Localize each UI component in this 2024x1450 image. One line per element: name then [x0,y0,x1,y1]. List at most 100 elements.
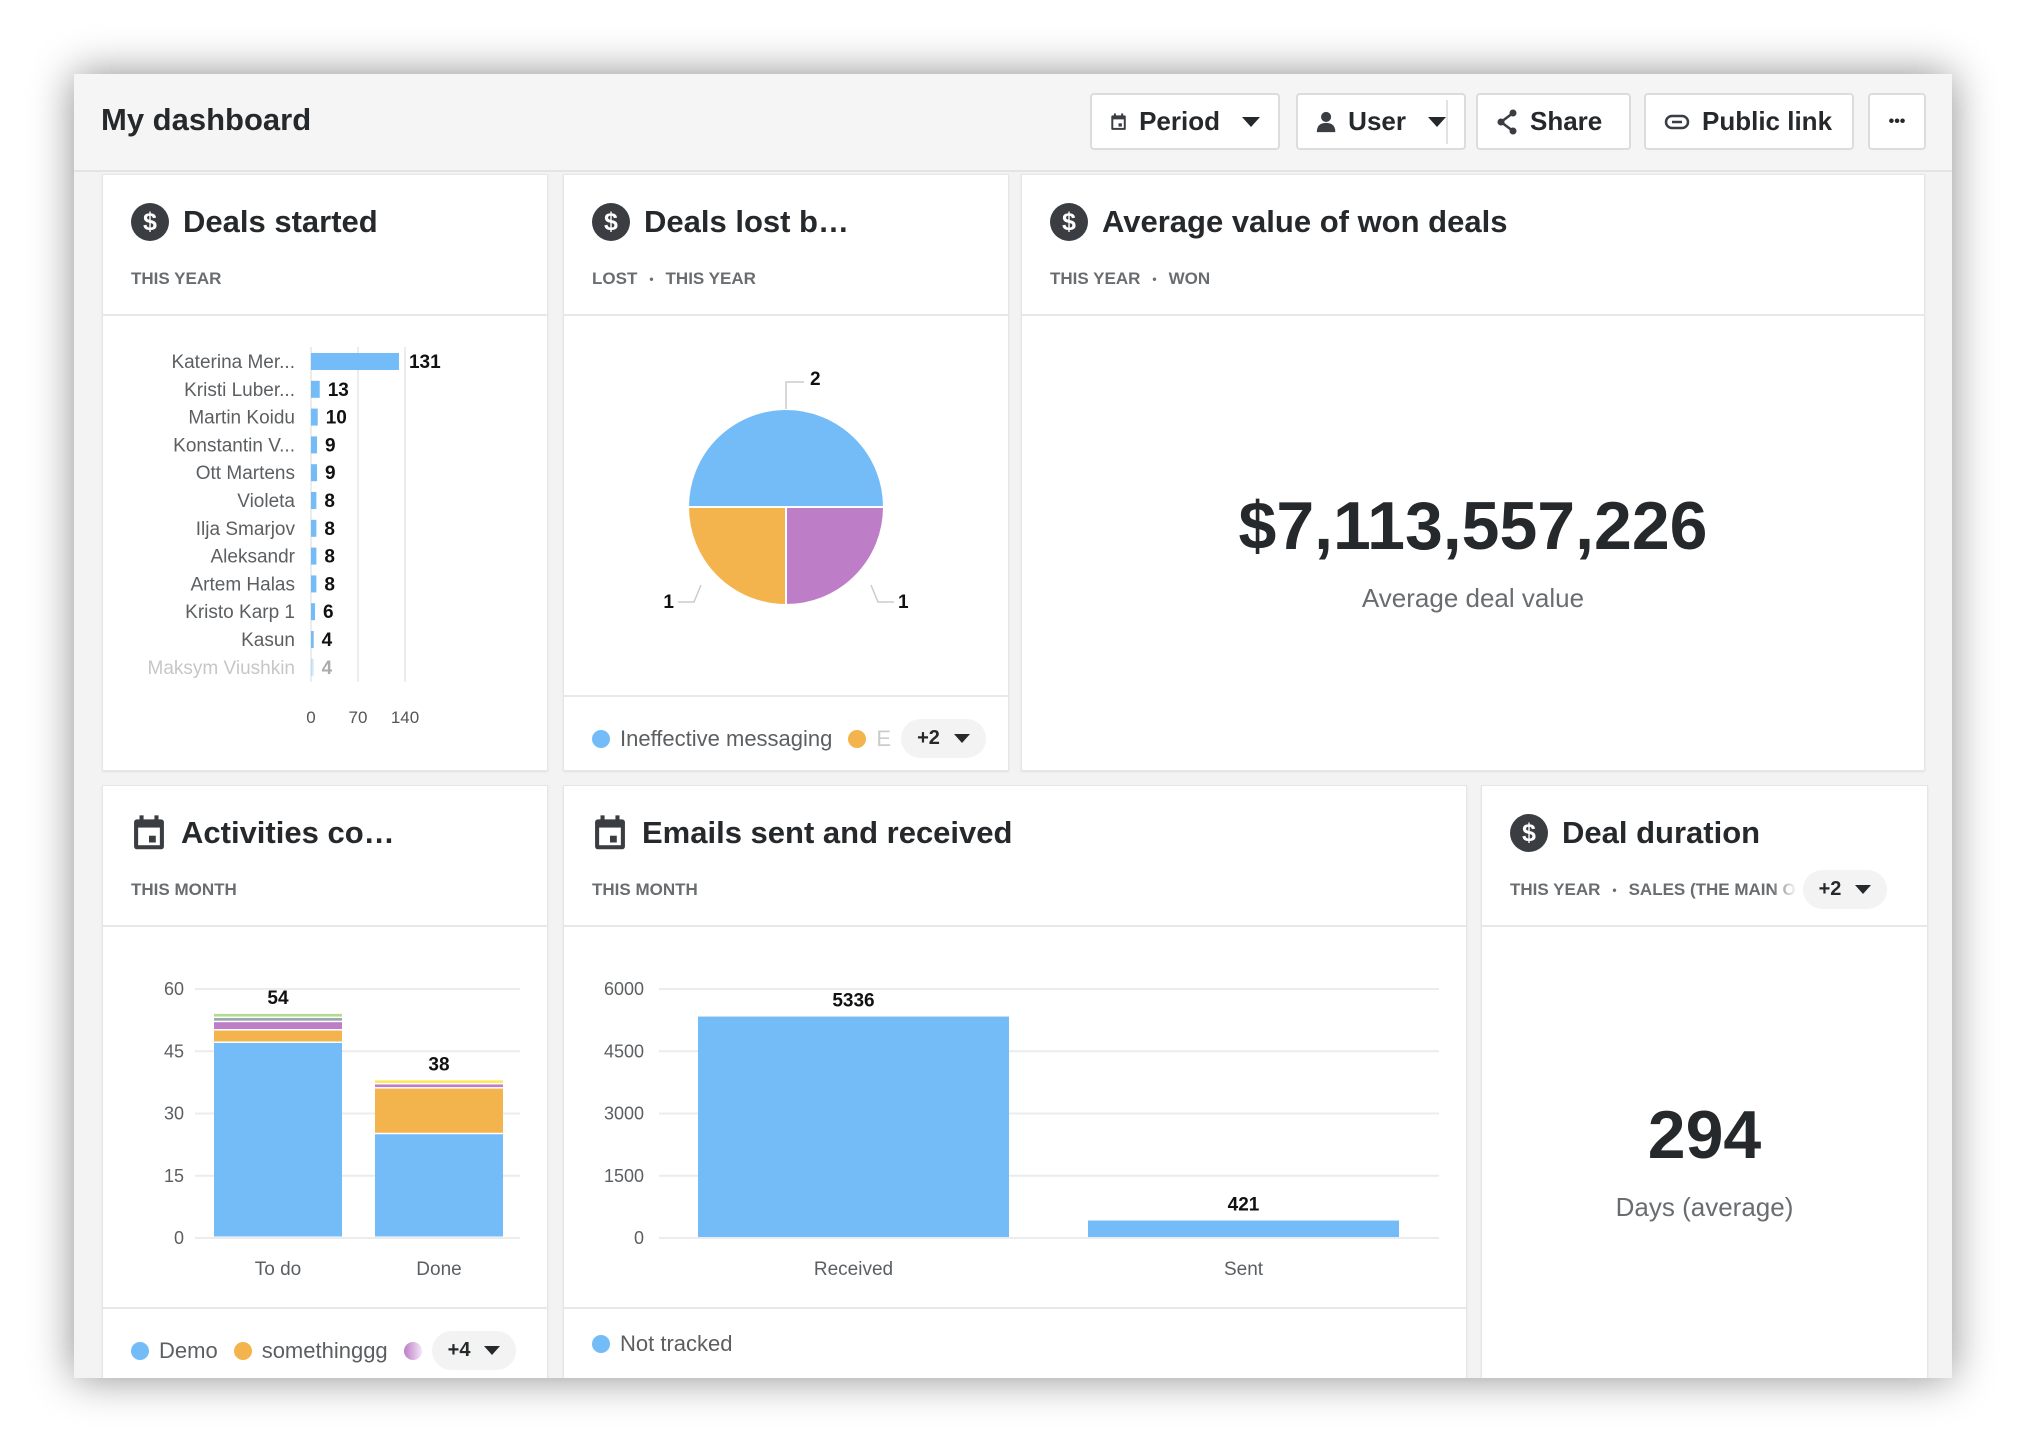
value-label: 4 [322,658,333,679]
pie-slice [686,408,886,508]
legend-label: Ineffective messaging [620,725,833,751]
card-deals-started[interactable]: $ Deals started THIS YEAR 0 70 140 Katerina … [102,174,548,771]
y-tick-label: 1500 [604,1166,644,1186]
public-link-label: Public link [1702,106,1833,136]
bar [311,408,318,426]
bar-segment [375,1080,503,1083]
dashboard-window: My dashboard Period User Share Public li… [74,74,1952,1378]
card-header: $ Deal duration THIS YEAR • SALES (THE MAIN… [1482,786,1927,927]
divider [1446,100,1448,144]
chevron-down-icon [1242,116,1260,127]
chevron-down-icon [484,1346,501,1355]
filter-status: LOST [592,269,638,288]
card-deal-duration[interactable]: $ Deal duration THIS YEAR • SALES (THE MAIN… [1481,785,1928,1378]
filter-period: THIS YEAR [1050,269,1141,288]
card-footer: Ineffective messaging E +2 [564,695,1008,770]
bar [698,1016,1009,1237]
card-title: Deals lost b… [644,204,849,239]
share-button[interactable]: Share [1476,93,1631,150]
slice-label: 2 [810,369,821,390]
x-tick-label: 140 [391,708,419,727]
value-label: 6 [323,602,334,623]
more-options-button[interactable]: ••• [1868,93,1926,150]
bar-segment [214,1013,342,1017]
more-icon: ••• [1888,112,1906,130]
legend-label: somethinggg [261,1337,388,1363]
legend-dot [592,729,610,748]
user-dropdown[interactable]: User [1296,93,1466,150]
bar-segment [214,1022,342,1029]
x-tick-label: 0 [306,708,315,727]
category-label: Aleksandr [211,547,296,568]
total-label: 38 [428,1054,449,1075]
deals-started-chart: 0 70 140 Katerina Mer... 131 Kristi Luber... 1… [148,347,441,727]
card-header: $ Deals started THIS YEAR [103,175,547,316]
duration-value: 294 [1647,1097,1762,1173]
bar [311,603,316,621]
separator-dot: • [1152,272,1157,286]
card-title: Emails sent and received [642,815,1013,850]
legend-more-button[interactable]: +4 [431,1331,517,1370]
y-tick-label: 6000 [604,979,644,999]
pie-slice [785,506,886,607]
period-dropdown[interactable]: Period [1090,93,1280,150]
bar [311,353,399,370]
card-header: Emails sent and received THIS MONTH [564,786,1466,927]
filter-period: THIS MONTH [592,880,698,899]
card-average-value[interactable]: $ Average value of won deals THIS YEAR • WO… [1021,174,1925,771]
y-tick-label: 45 [164,1041,184,1061]
label-leader [870,584,894,603]
bar [311,658,314,676]
link-icon [1664,114,1690,129]
category-label: Violeta [237,491,295,512]
calendar-icon [595,815,625,850]
y-tick-label: 4500 [604,1041,644,1061]
average-value-caption: Average deal value [1361,583,1585,613]
more-count: +2 [1818,878,1842,900]
user-icon [1316,111,1336,132]
filter-more-button[interactable]: +2 [1802,870,1888,909]
value-label: 9 [325,435,336,456]
bar [311,436,318,454]
y-tick-label: 0 [174,1228,184,1248]
category-label: Done [416,1259,461,1280]
filter-period: THIS YEAR [665,269,756,288]
legend-label: Not tracked [620,1331,733,1356]
dollar-icon: $ [1510,814,1548,852]
card-activities[interactable]: Activities co… THIS MONTH 0 15 30 45 60 54 To … [102,785,548,1378]
category-label: Konstantin V... [173,435,295,456]
user-label: User [1348,106,1406,136]
total-label: 54 [267,988,289,1009]
legend-more-button[interactable]: +2 [901,719,986,758]
card-deals-lost[interactable]: $ Deals lost b… LOST • THIS YEAR 2 1 1 Ineffe… [563,174,1009,771]
value-label: 8 [324,547,335,568]
bar-segment [214,1030,342,1042]
more-count: +4 [447,1339,471,1361]
dollar-icon: $ [1050,203,1088,241]
category-label: Kristo Karp 1 [185,602,295,623]
public-link-button[interactable]: Public link [1644,93,1854,150]
bar-segment [214,1042,342,1237]
bar [311,380,320,398]
category-label: Ott Martens [196,463,295,484]
value-label: 4 [322,630,333,651]
label-leader [785,381,804,409]
filter-period: THIS YEAR [1510,879,1601,899]
y-tick-label: 30 [164,1104,184,1124]
legend-dot [131,1341,149,1360]
category-label: Maksym Viushkin [148,658,295,679]
dollar-icon: $ [131,203,169,241]
value-label: 5336 [832,991,874,1012]
card-footer: Demo somethinggg +4 [103,1307,547,1378]
chevron-down-icon [1855,885,1872,894]
period-label: Period [1139,106,1220,136]
card-header: $ Average value of won deals THIS YEAR • WO… [1022,175,1924,316]
card-emails[interactable]: Emails sent and received THIS MONTH 0 150… [563,785,1467,1378]
bar-segment [214,1018,342,1021]
y-tick-label: 0 [634,1228,644,1248]
dashboard-header: My dashboard Period User Share Public li… [74,74,1952,172]
card-header: $ Deals lost b… LOST • THIS YEAR [564,175,1008,316]
emails-chart: 0 1500 3000 4500 6000 5336 Received 421 Sent [604,979,1439,1280]
bar [311,631,314,648]
bar [311,519,317,537]
